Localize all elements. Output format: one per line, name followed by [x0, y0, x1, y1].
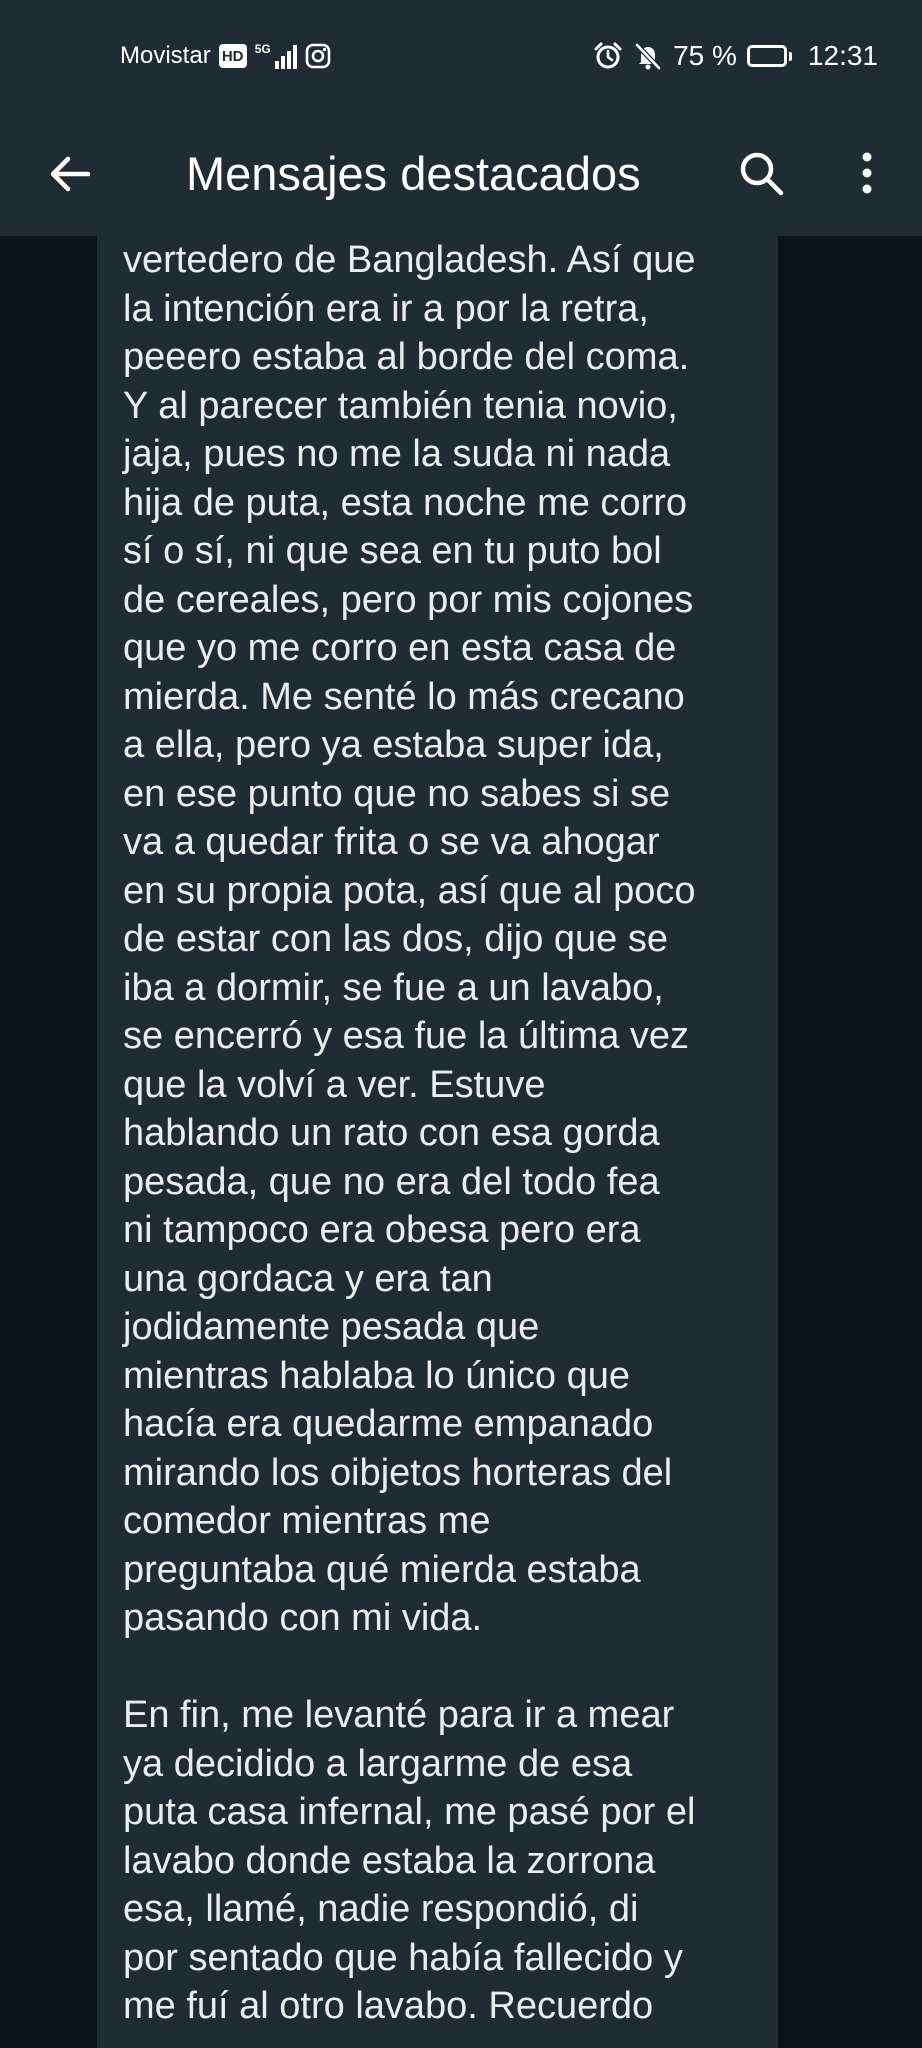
- message-line: en su propia pota, así que al poco: [123, 869, 696, 912]
- message-line: jodidamente pesada que: [123, 1306, 540, 1348]
- message-line: hablando un rato con esa gorda: [123, 1112, 660, 1154]
- message-line: que la volví a ver. Estuve: [123, 1063, 546, 1106]
- message-line: de estar con las dos, dijo que se: [123, 918, 669, 960]
- message-line: pesada, que no era del todo fea: [123, 1160, 660, 1203]
- message-bubble[interactable]: vertedero de Bangladesh. Así que la inten…: [97, 236, 778, 2048]
- message-line: va a quedar frita o se va ahogar: [123, 821, 660, 863]
- network-type: 5G: [254, 42, 271, 56]
- app-bar: Mensajes destacados: [0, 112, 922, 236]
- back-button[interactable]: [38, 142, 102, 206]
- alarm-icon: [593, 41, 623, 71]
- message-line: se encerró y esa fue la última vez: [123, 1015, 690, 1057]
- message-line: pasando con mi vida.: [123, 1597, 483, 1639]
- message-line: una gordaca y era tan: [123, 1257, 493, 1300]
- battery-percent: 75 %: [673, 40, 737, 71]
- status-right: 75 % 12:31: [593, 38, 878, 74]
- mute-notifications-icon: [633, 41, 663, 71]
- signal-strength-icon: 5G: [255, 43, 297, 69]
- message-line: mirando los oibjetos horteras del: [123, 1451, 673, 1494]
- chat-area[interactable]: vertedero de Bangladesh. Así que la inten…: [0, 236, 922, 2048]
- message-line: comedor mientras me: [123, 1500, 491, 1542]
- message-line: de cereales, pero por mis cojones: [123, 578, 694, 621]
- message-line: En fin, me levanté para ir a mear: [123, 1694, 675, 1736]
- page-title: Mensajes destacados: [186, 147, 641, 200]
- clock-time: 12:31: [807, 40, 878, 71]
- message-line: iba a dormir, se fue a un lavabo,: [123, 966, 664, 1009]
- hd-badge: HD: [218, 44, 247, 68]
- message-line: vertedero de Bangladesh. Así que: [123, 239, 696, 281]
- instagram-icon: [305, 43, 331, 69]
- message-line: jaja, pues no me la suda ni nada: [123, 433, 671, 475]
- search-button[interactable]: [726, 138, 796, 208]
- message-line: mierda. Me senté lo más crecano: [123, 675, 685, 718]
- message-line: que yo me corro en esta casa de: [123, 627, 677, 669]
- message-line: hija de puta, esta noche me corro: [123, 481, 688, 524]
- message-line: a ella, pero ya estaba super ida,: [123, 724, 664, 766]
- carrier-name: Movistar: [120, 42, 211, 69]
- message-line: hacía era quedarme empanado: [123, 1403, 654, 1445]
- message-line: esa, llamé, nadie respondió, di: [123, 1888, 639, 1930]
- message-line: lavabo donde estaba la zorrona: [123, 1839, 656, 1882]
- status-left: Movistar HD 5G: [120, 38, 331, 74]
- message-line: peeero estaba al borde del coma.: [123, 336, 690, 378]
- message-line: la intención era ir a por la retra,: [123, 287, 649, 330]
- message-line: en ese punto que no sabes si se: [123, 772, 671, 815]
- message-line: mientras hablaba lo único que: [123, 1354, 631, 1397]
- message-line: me fuí al otro lavabo. Recuerdo: [123, 1985, 654, 2027]
- search-icon: [740, 152, 784, 196]
- battery-icon: [746, 45, 792, 67]
- message-line: ni tampoco era obesa pero era: [123, 1209, 641, 1251]
- message-line: ya decidido a largarme de esa: [123, 1742, 633, 1785]
- message-line: sí o sí, ni que sea en tu puto bol: [123, 530, 662, 572]
- message-line: preguntaba qué mierda estaba: [123, 1548, 641, 1591]
- more-vertical-icon: [862, 152, 872, 194]
- message-line: puta casa infernal, me pasé por el: [123, 1791, 696, 1833]
- more-options-button[interactable]: [832, 138, 902, 208]
- message-text: vertedero de Bangladesh. Así que la inten…: [123, 236, 756, 2031]
- message-line: por sentado que había fallecido y: [123, 1936, 683, 1979]
- message-line: Y al parecer también tenia novio,: [123, 384, 678, 427]
- arrow-left-icon: [50, 156, 91, 192]
- status-bar: Movistar HD 5G 75 % 12:31: [0, 0, 922, 112]
